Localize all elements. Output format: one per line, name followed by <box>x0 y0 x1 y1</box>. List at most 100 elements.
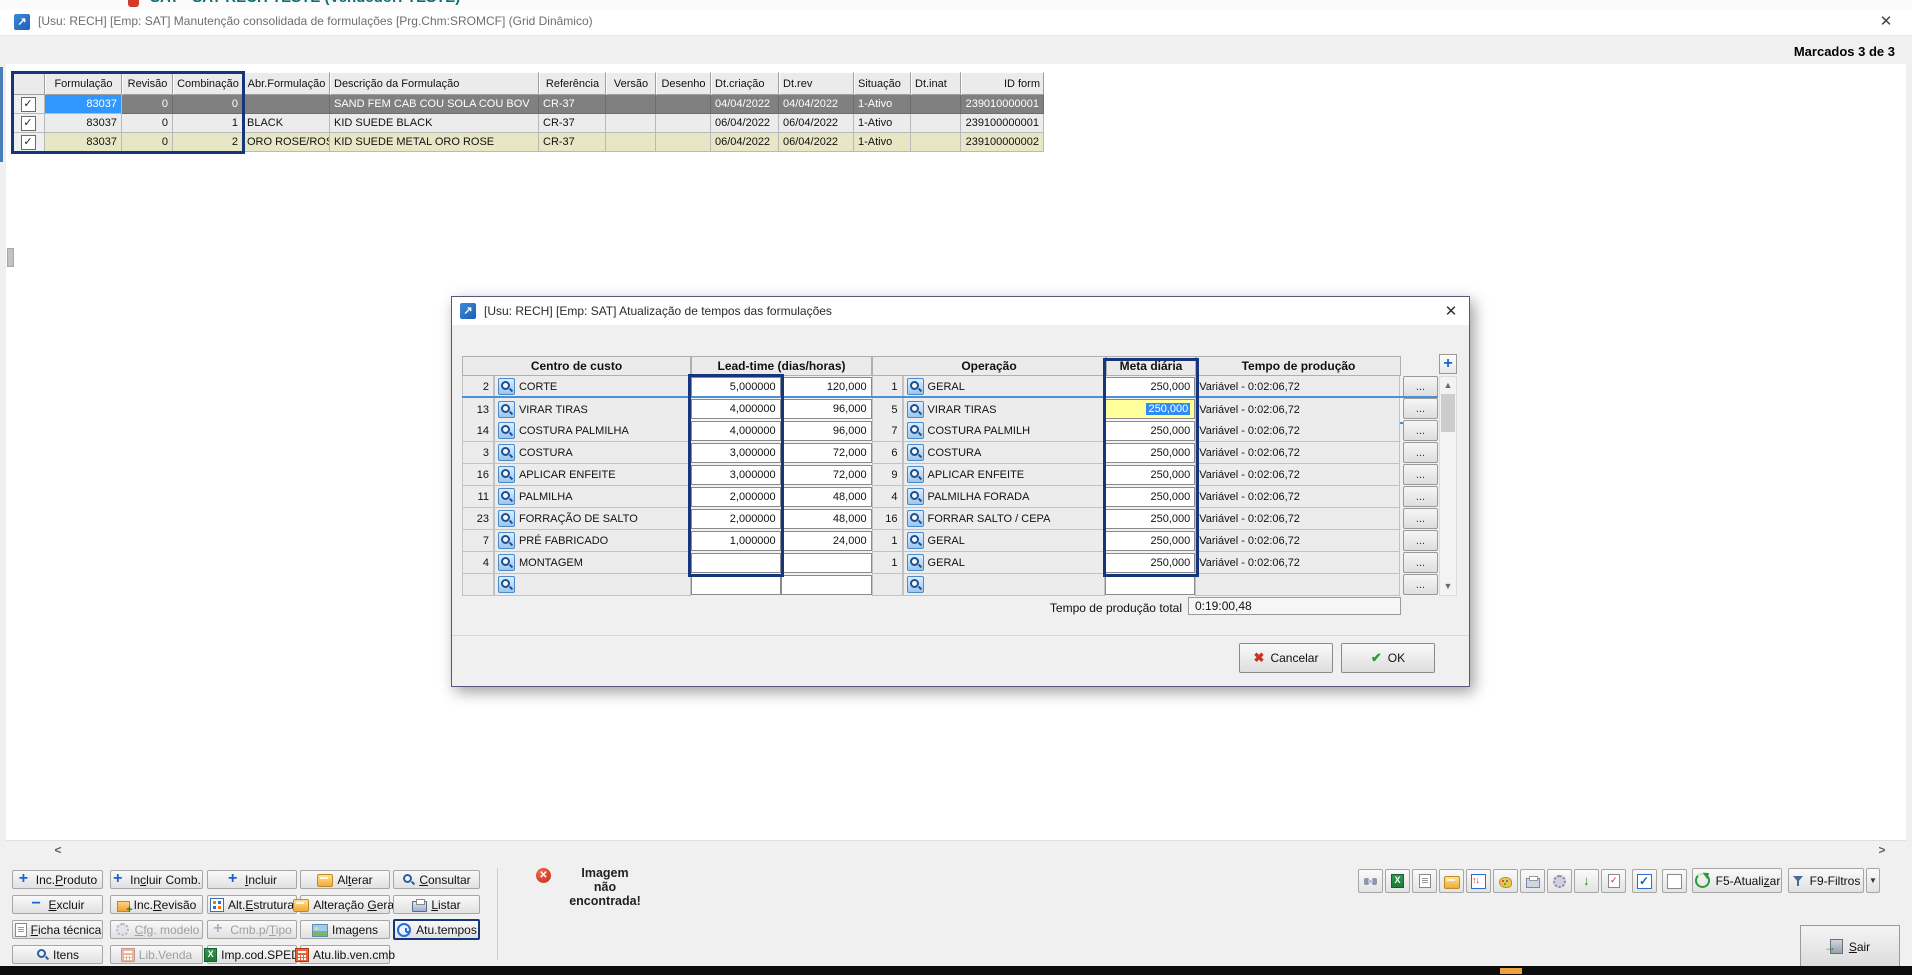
ellipsis-button[interactable]: ... <box>1403 398 1438 419</box>
download-button[interactable] <box>1574 869 1599 893</box>
lookup-magnifier-icon[interactable] <box>907 576 924 593</box>
ok-button[interactable]: ✔ OK <box>1341 643 1435 673</box>
leadtime-hours-input[interactable]: 24,000 <box>781 531 872 551</box>
toolbar-button-atu-lib-ven-cmb[interactable]: Atu.lib.ven.cmb <box>300 945 390 964</box>
grid-cell[interactable]: 0 <box>173 95 243 114</box>
grid-cell[interactable] <box>606 133 656 152</box>
grid-cell[interactable] <box>911 95 961 114</box>
leadtime-input[interactable]: 4,000000 <box>691 421 781 441</box>
grid-cell[interactable]: 04/04/2022 <box>779 95 854 114</box>
cc-number-cell[interactable]: 7 <box>462 530 494 552</box>
lookup-magnifier-icon[interactable] <box>907 422 924 439</box>
op-number-cell[interactable] <box>872 574 903 596</box>
grid-col-header[interactable]: Combinação <box>173 72 243 95</box>
grid-cell[interactable]: BLACK <box>243 114 330 133</box>
dialog-row[interactable]: 23FORRAÇÃO DE SALTO2,00000048,00016FORRA… <box>462 508 1438 530</box>
lookup-magnifier-icon[interactable] <box>498 422 515 439</box>
lookup-magnifier-icon[interactable] <box>498 444 515 461</box>
leadtime-hours-input[interactable]: 48,000 <box>781 509 872 529</box>
operation-name-cell[interactable]: COSTURA PALMILH <box>903 420 1106 442</box>
horizontal-scrollbar[interactable]: < > <box>6 840 1906 859</box>
meta-diaria-input[interactable]: 250,000 <box>1105 465 1195 485</box>
leadtime-input[interactable]: 3,000000 <box>691 465 781 485</box>
cc-number-cell[interactable]: 16 <box>462 464 494 486</box>
cc-name-cell[interactable]: COSTURA PALMILHA <box>494 420 691 442</box>
grid-col-header[interactable]: Dt.criação <box>711 72 779 95</box>
operation-name-cell[interactable]: COSTURA <box>903 442 1106 464</box>
cancel-button[interactable]: ✖ Cancelar <box>1239 643 1333 673</box>
grid-cell[interactable] <box>656 95 711 114</box>
gear-button[interactable] <box>1547 869 1572 893</box>
binoculars-button[interactable] <box>1358 869 1383 893</box>
cc-name-cell[interactable]: VIRAR TIRAS <box>494 398 691 422</box>
op-number-cell[interactable]: 5 <box>872 398 903 422</box>
toolbar-button-inc-revis-o[interactable]: Inc.Revisão <box>110 895 203 914</box>
lookup-magnifier-icon[interactable] <box>907 444 924 461</box>
leadtime-input[interactable]: 2,000000 <box>691 487 781 507</box>
ellipsis-button[interactable]: ... <box>1403 530 1438 551</box>
grid-cell[interactable] <box>243 95 330 114</box>
operation-name-cell[interactable]: FORRAR SALTO / CEPA <box>903 508 1106 530</box>
meta-diaria-input[interactable]: 250,000 <box>1105 377 1195 397</box>
f9-filters-button[interactable]: F9-Filtros <box>1788 868 1864 893</box>
meta-diaria-input[interactable]: 250,000 <box>1105 553 1195 573</box>
operation-name-cell[interactable]: APLICAR ENFEITE <box>903 464 1106 486</box>
grid-cell[interactable]: SAND FEM CAB COU SOLA COU BOV <box>330 95 539 114</box>
cc-number-cell[interactable]: 14 <box>462 420 494 442</box>
cc-number-cell[interactable] <box>462 574 494 596</box>
checkbox-unchecked-button[interactable] <box>1662 869 1687 893</box>
grid-cell[interactable]: ORO ROSE/ROS <box>243 133 330 152</box>
grid-col-header[interactable]: Situação <box>854 72 911 95</box>
grid-cell[interactable]: 83037 <box>45 133 122 152</box>
folder-edit-button[interactable] <box>1439 869 1464 893</box>
leadtime-hours-input[interactable] <box>781 553 872 573</box>
lookup-magnifier-icon[interactable] <box>907 510 924 527</box>
toolbar-button-incluir-comb-[interactable]: Incluir Comb. <box>110 870 203 889</box>
excel-export-button[interactable] <box>1385 869 1410 893</box>
grid-cell[interactable]: 06/04/2022 <box>779 133 854 152</box>
grid-col-header[interactable]: Referência <box>539 72 606 95</box>
lookup-magnifier-icon[interactable] <box>498 532 515 549</box>
leadtime-hours-input[interactable]: 72,000 <box>781 443 872 463</box>
grid-col-header[interactable]: Desenho <box>656 72 711 95</box>
toolbar-button-listar[interactable]: Listar <box>393 895 480 914</box>
grid-cell[interactable]: 2 <box>173 133 243 152</box>
cc-name-cell[interactable]: APLICAR ENFEITE <box>494 464 691 486</box>
leadtime-input[interactable] <box>691 553 781 573</box>
cc-name-cell[interactable]: FORRAÇÃO DE SALTO <box>494 508 691 530</box>
meta-diaria-input[interactable] <box>1105 575 1195 595</box>
scroll-left-icon[interactable]: < <box>48 842 68 858</box>
dialog-row[interactable]: 2CORTE5,000000120,0001GERAL250,000Variáv… <box>462 376 1438 398</box>
grid-col-header[interactable]: Revisão <box>122 72 173 95</box>
grid-cell[interactable]: 04/04/2022 <box>711 95 779 114</box>
cc-number-cell[interactable]: 4 <box>462 552 494 574</box>
grid-col-header[interactable]: Abr.Formulação <box>243 72 330 95</box>
dialog-vscrollbar[interactable]: ▲ ▼ <box>1439 376 1457 596</box>
tempo-producao-cell[interactable]: Variável - 0:02:06,72 <box>1195 486 1400 508</box>
dialog-row[interactable]: 4MONTAGEM1GERAL250,000Variável - 0:02:06… <box>462 552 1438 574</box>
grid-cell[interactable]: 0 <box>122 95 173 114</box>
leadtime-input[interactable]: 3,000000 <box>691 443 781 463</box>
cc-name-cell[interactable]: PALMILHA <box>494 486 691 508</box>
grid-cell[interactable] <box>606 95 656 114</box>
leadtime-hours-input[interactable]: 96,000 <box>781 421 872 441</box>
grid-row[interactable]: ✓8303700SAND FEM CAB COU SOLA COU BOVCR-… <box>12 95 1044 114</box>
operation-name-cell[interactable]: GERAL <box>903 530 1106 552</box>
checklist-button[interactable] <box>1601 869 1626 893</box>
tempo-producao-cell[interactable]: Variável - 0:02:06,72 <box>1195 530 1400 552</box>
grid-cell[interactable]: CR-37 <box>539 133 606 152</box>
dialog-row[interactable]: 16APLICAR ENFEITE3,00000072,0009APLICAR … <box>462 464 1438 486</box>
meta-diaria-input[interactable]: 250,000 <box>1105 421 1195 441</box>
operation-name-cell[interactable]: GERAL <box>903 376 1106 398</box>
toolbar-button-imp-cod-sped[interactable]: Imp.cod.SPED <box>207 945 297 964</box>
document-button[interactable] <box>1412 869 1437 893</box>
leadtime-hours-input[interactable]: 120,000 <box>781 377 872 397</box>
row-checkbox[interactable]: ✓ <box>21 116 36 131</box>
cc-number-cell[interactable]: 2 <box>462 376 494 398</box>
toolbar-button-consultar[interactable]: Consultar <box>393 870 480 889</box>
meta-diaria-input[interactable]: 250,000 <box>1105 443 1195 463</box>
scroll-up-icon[interactable]: ▲ <box>1440 378 1456 393</box>
grid-cell[interactable]: 1 <box>173 114 243 133</box>
grid-cell[interactable]: 06/04/2022 <box>711 114 779 133</box>
grid-cell[interactable]: 83037 <box>45 95 122 114</box>
